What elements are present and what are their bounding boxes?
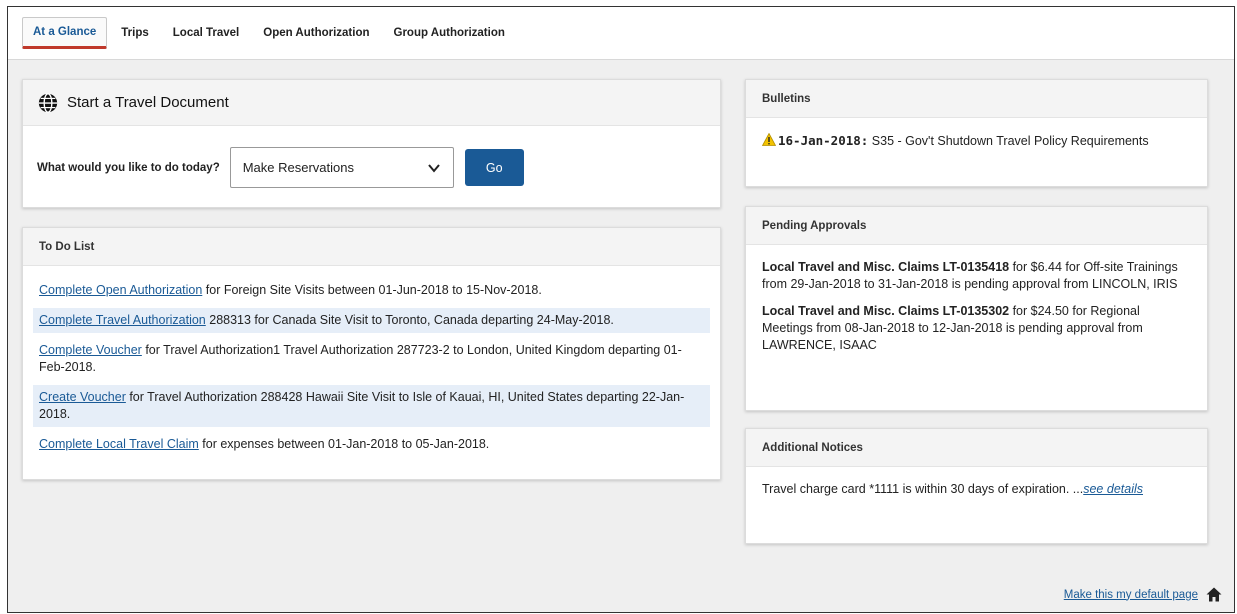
todo-header: To Do List <box>23 228 720 266</box>
start-document-title: Start a Travel Document <box>67 94 229 111</box>
todo-item-text: for Foreign Site Visits between 01-Jun-2… <box>202 283 542 297</box>
make-default-page-link[interactable]: Make this my default page <box>1064 589 1198 601</box>
app-frame: At a Glance Trips Local Travel Open Auth… <box>7 6 1235 613</box>
start-document-card: Start a Travel Document What would you l… <box>22 79 721 208</box>
todo-item: Complete Voucher for Travel Authorizatio… <box>39 338 704 380</box>
bulletin-date: 16-Jan-2018: <box>778 133 869 148</box>
bulletins-header: Bulletins <box>746 80 1207 118</box>
additional-notices-body: Travel charge card *1111 is within 30 da… <box>746 467 1207 512</box>
home-icon[interactable] <box>1206 587 1222 602</box>
chevron-down-icon <box>427 163 440 173</box>
complete-travel-authorization-link[interactable]: Complete Travel Authorization <box>39 313 206 327</box>
todo-item-text: for expenses between 01-Jan-2018 to 05-J… <box>198 437 490 451</box>
start-document-body: What would you like to do today? Make Re… <box>23 126 720 209</box>
task-question-label: What would you like to do today? <box>37 161 220 174</box>
pending-approvals-body: Local Travel and Misc. Claims LT-0135418… <box>746 245 1207 378</box>
tab-group-authorization[interactable]: Group Authorization <box>384 19 515 47</box>
pending-approvals-card: Pending Approvals Local Travel and Misc.… <box>745 206 1208 411</box>
pending-approvals-header: Pending Approvals <box>746 207 1207 245</box>
complete-voucher-link[interactable]: Complete Voucher <box>39 343 142 357</box>
approval-item: Local Travel and Misc. Claims LT-0135302… <box>762 303 1191 354</box>
additional-notices-header: Additional Notices <box>746 429 1207 467</box>
tab-bar: At a Glance Trips Local Travel Open Auth… <box>8 7 1234 60</box>
todo-item-text: 288313 for Canada Site Visit to Toronto,… <box>205 313 614 327</box>
task-select[interactable]: Make Reservations <box>229 147 454 188</box>
bulletins-body: 16-Jan-2018: S35 - Gov't Shutdown Travel… <box>746 118 1207 164</box>
todo-item: Complete Local Travel Claim for expenses… <box>39 432 704 457</box>
complete-open-authorization-link[interactable]: Complete Open Authorization <box>39 283 202 297</box>
todo-card: To Do List Complete Open Authorization f… <box>22 227 721 480</box>
go-button[interactable]: Go <box>464 149 524 186</box>
bulletins-card: Bulletins 16-Jan-2018: S35 - Gov't Shutd… <box>745 79 1208 187</box>
warning-icon <box>761 132 777 146</box>
complete-local-travel-claim-link[interactable]: Complete Local Travel Claim <box>39 437 199 451</box>
todo-item: Complete Travel Authorization 288313 for… <box>33 308 710 333</box>
bulletin-text: S35 - Gov't Shutdown Travel Policy Requi… <box>868 134 1149 148</box>
task-select-value: Make Reservations <box>242 160 354 175</box>
tab-trips[interactable]: Trips <box>111 19 158 47</box>
see-details-link[interactable]: see details <box>1083 482 1143 496</box>
todo-item-text: for Travel Authorization 288428 Hawaii S… <box>39 390 685 421</box>
todo-item: Complete Open Authorization for Foreign … <box>39 278 704 303</box>
notice-text: Travel charge card *1111 is within 30 da… <box>762 482 1084 496</box>
approval-claim-id: Local Travel and Misc. Claims LT-0135302 <box>762 304 1010 318</box>
todo-list: Complete Open Authorization for Foreign … <box>23 266 720 474</box>
tab-local-travel[interactable]: Local Travel <box>163 19 249 47</box>
create-voucher-link[interactable]: Create Voucher <box>39 390 126 404</box>
tab-at-a-glance[interactable]: At a Glance <box>22 17 108 49</box>
default-page-control: Make this my default page <box>1064 587 1222 602</box>
globe-icon <box>38 92 58 113</box>
tab-open-authorization[interactable]: Open Authorization <box>253 19 379 47</box>
additional-notices-card: Additional Notices Travel charge card *1… <box>745 428 1208 544</box>
approval-item: Local Travel and Misc. Claims LT-0135418… <box>762 259 1191 293</box>
approval-claim-id: Local Travel and Misc. Claims LT-0135418 <box>762 260 1010 274</box>
todo-item: Create Voucher for Travel Authorization … <box>33 385 710 427</box>
start-document-header: Start a Travel Document <box>23 80 720 126</box>
